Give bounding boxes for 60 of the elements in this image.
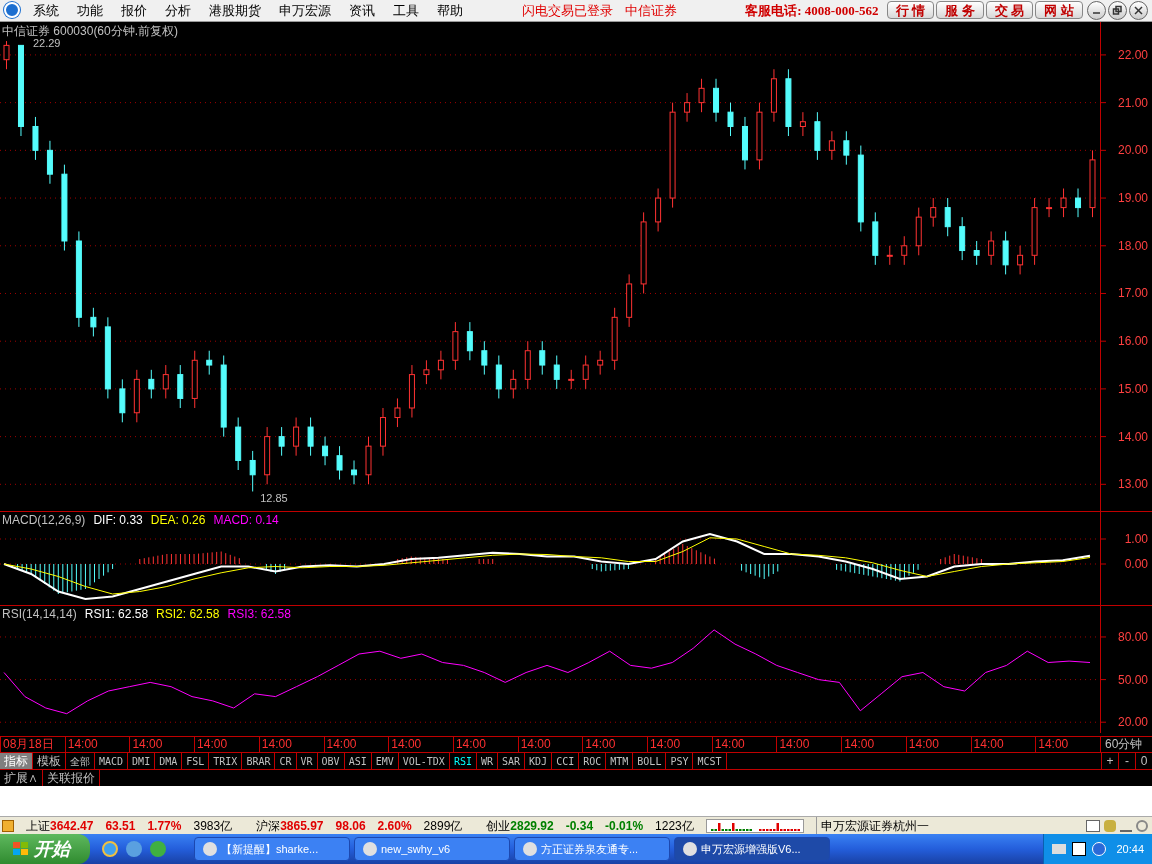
- indicator-value: DEA: 0.26: [150, 513, 206, 526]
- index-volume: 2899亿: [423, 817, 463, 835]
- menu-item[interactable]: 帮助: [428, 0, 472, 21]
- axis-label: 0.00: [1124, 556, 1148, 571]
- indicator-value: MACD: 0.14: [213, 513, 279, 526]
- axis-label: 20.00: [1117, 715, 1148, 730]
- menu-item[interactable]: 报价: [112, 0, 156, 21]
- indicator-value: DIF: 0.33: [93, 513, 143, 526]
- taskbar-item[interactable]: 【新提醒】sharke...: [194, 837, 350, 862]
- min-price-label: 12.85: [260, 492, 288, 505]
- indicator-label: RSI(14,14,14): [2, 607, 77, 620]
- axis-label: 16.00: [1117, 334, 1148, 349]
- index-change: 98.06: [335, 817, 366, 835]
- index-percent: 2.60%: [377, 817, 412, 835]
- axis-label: 18.00: [1117, 238, 1148, 253]
- index-volume: 1223亿: [655, 817, 694, 835]
- menu-item[interactable]: 港股期货: [200, 0, 270, 21]
- indicator-tab[interactable]: 指标: [0, 753, 33, 770]
- index-value: 创业2829.92: [486, 817, 554, 835]
- axis-label: 80.00: [1117, 629, 1148, 644]
- taskbar-item[interactable]: 方正证券泉友通专...: [514, 837, 670, 862]
- axis-label: 14.00: [1117, 429, 1148, 444]
- indicator-value: RSI3: 62.58: [227, 607, 291, 620]
- indicator-value: RSI1: 62.58: [84, 607, 149, 620]
- axis-label: 13.00: [1117, 477, 1148, 492]
- hotline-text: 客服电话: 4008-000-562: [745, 1, 879, 20]
- index-percent: 1.77%: [147, 817, 182, 835]
- menu-item[interactable]: 资讯: [340, 0, 384, 21]
- menu-item[interactable]: 工具: [384, 0, 428, 21]
- indicator-label: MACD(12,26,9): [2, 513, 86, 526]
- clock: 20:44: [1116, 841, 1144, 857]
- axis-label: 21.00: [1117, 95, 1148, 110]
- max-price-label: 22.29: [32, 36, 61, 49]
- taskbar-item[interactable]: 申万宏源增强版V6...: [674, 837, 830, 862]
- axis-label: 1.00: [1124, 531, 1148, 546]
- index-volume: 3983亿: [193, 817, 233, 835]
- axis-label: 19.00: [1117, 191, 1148, 206]
- index-percent: -0.01%: [605, 817, 644, 835]
- toolbar-button[interactable]: 服 务: [936, 1, 984, 20]
- menu-item[interactable]: 分析: [156, 0, 200, 21]
- axis-label: 50.00: [1117, 672, 1148, 687]
- notice-text: 中信证券: [625, 1, 677, 20]
- axis-label: 20.00: [1117, 143, 1148, 158]
- menu-item[interactable]: 系统: [24, 0, 68, 21]
- notice-text: 闪电交易已登录: [522, 1, 613, 20]
- menu-item[interactable]: 申万宏源: [270, 0, 340, 21]
- index-change: -0.34: [565, 817, 594, 835]
- axis-label: 15.00: [1117, 381, 1148, 396]
- toolbar-button[interactable]: 交 易: [985, 1, 1034, 20]
- toolbar-button[interactable]: 行 情: [886, 1, 935, 20]
- toolbar-button[interactable]: 网 站: [1035, 1, 1083, 20]
- axis-label: 17.00: [1117, 286, 1148, 301]
- index-value: 上证3642.47: [26, 817, 94, 835]
- indicator-value: RSI2: 62.58: [156, 607, 220, 620]
- index-change: 63.51: [105, 817, 136, 835]
- chart-title: 中信证券 600030(60分钟.前复权): [2, 22, 179, 39]
- axis-label: 22.00: [1117, 47, 1148, 62]
- index-value: 沪深3865.97: [256, 817, 324, 835]
- menu-item[interactable]: 功能: [68, 0, 112, 21]
- taskbar-item[interactable]: new_swhy_v6: [354, 837, 510, 862]
